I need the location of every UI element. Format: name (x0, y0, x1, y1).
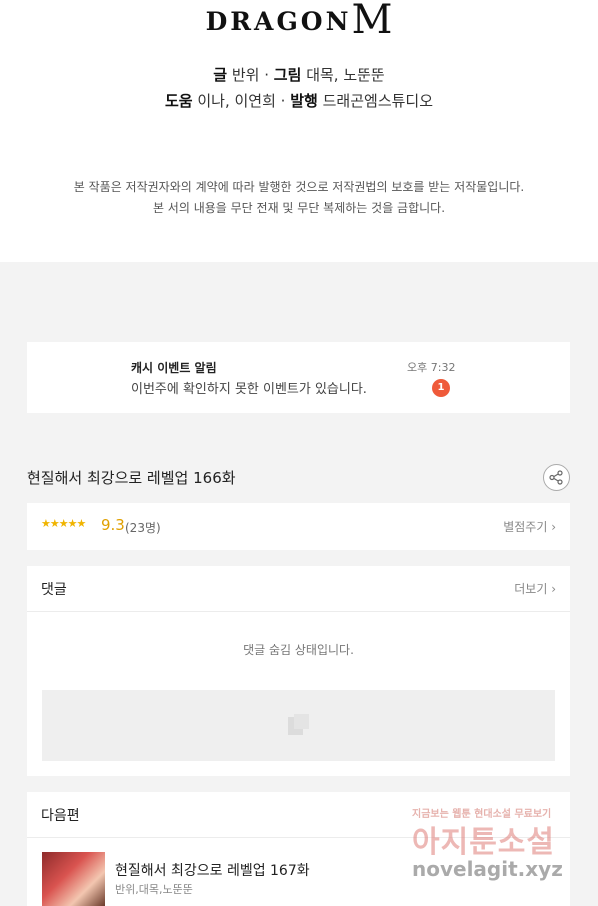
comments-more-button[interactable]: 더보기 › (514, 580, 556, 597)
next-episode-thumbnail[interactable] (42, 852, 105, 906)
notification-body: 이번주에 확인하지 못한 이벤트가 있습니다. (131, 382, 367, 397)
episode-title: 현질해서 최강으로 레벨업 166화 (27, 469, 236, 487)
credits-line-1: 글 반위 · 그림 대목, 노뚠뚠 (213, 66, 385, 84)
notification-time: 오후 7:32 (407, 361, 456, 374)
rating-stars: ★★★★★ (41, 517, 86, 530)
image-placeholder-icon (288, 714, 309, 735)
rate-button[interactable]: 별점주기 › (503, 518, 556, 535)
comments-section: 댓글 더보기 › 댓글 숨김 상태입니다. (27, 566, 570, 776)
comments-hidden-message: 댓글 숨김 상태입니다. (243, 643, 354, 657)
next-episode-authors: 반위,대목,노뚠뚠 (115, 883, 193, 896)
rating-card: ★★★★★ 9.3 (23명) 별점주기 › (27, 503, 570, 550)
share-icon (549, 470, 563, 485)
next-episode-title[interactable]: 현질해서 최강으로 레벨업 167화 (115, 860, 310, 880)
rating-count: (23명) (125, 521, 161, 535)
comment-placeholder (42, 690, 555, 761)
rating-score: 9.3 (101, 516, 125, 534)
publisher-logo: DRAGONM (205, 0, 393, 43)
notification-badge: 1 (432, 379, 450, 397)
episode-footer: DRAGONM 글 반위 · 그림 대목, 노뚠뚠 도움 이나, 이연희 · 발… (0, 0, 598, 262)
event-notification[interactable]: 캐시 이벤트 알림 이번주에 확인하지 못한 이벤트가 있습니다. 오후 7:3… (27, 342, 570, 413)
watermark: 지금보는 웹툰 현대소설 무료보기 아지툰소설 novelagit.xyz (412, 809, 563, 881)
credits-line-2: 도움 이나, 이연희 · 발행 드래곤엠스튜디오 (164, 92, 434, 110)
share-button[interactable] (543, 464, 570, 491)
next-title: 다음편 (41, 808, 80, 824)
notification-title: 캐시 이벤트 알림 (131, 361, 217, 375)
comments-title: 댓글 (41, 582, 67, 598)
credits: 글 반위 · 그림 대목, 노뚠뚠 도움 이나, 이연희 · 발행 드래곤엠스튜… (0, 62, 598, 114)
copyright-notice: 본 작품은 저작권자와의 계약에 따라 발행한 것으로 저작권법의 보호를 받는… (73, 180, 525, 215)
comments-header: 댓글 더보기 › (27, 566, 570, 612)
